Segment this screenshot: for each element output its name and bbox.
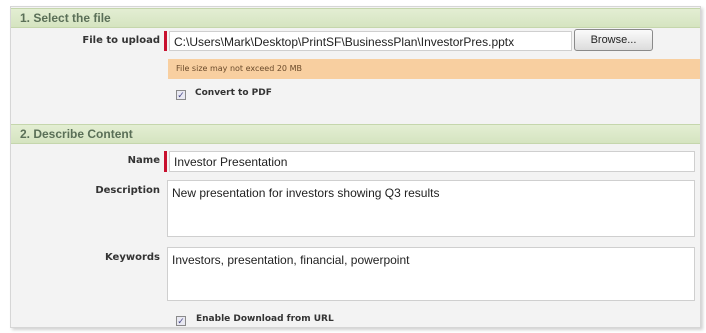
file-to-upload-label: File to upload [82,35,160,46]
section-header-select-file: 1. Select the file [11,8,700,28]
name-input[interactable]: Investor Presentation [169,151,695,172]
file-size-warning: File size may not exceed 20 MB [168,59,700,79]
keywords-label: Keywords [104,252,160,263]
required-indicator [164,31,167,51]
description-label: Description [95,185,160,196]
enable-download-checkbox[interactable]: ✓ [176,316,186,326]
convert-to-pdf-checkbox[interactable]: ✓ [176,90,186,100]
file-path-input[interactable]: C:\Users\Mark\Desktop\PrintSF\BusinessPl… [169,31,572,51]
section-header-describe-content: 2. Describe Content [11,124,700,144]
required-indicator-name [164,151,167,172]
convert-to-pdf-label: Convert to PDF [195,88,272,98]
enable-download-label: Enable Download from URL [196,314,334,324]
name-label: Name [127,155,160,166]
keywords-textarea[interactable]: Investors, presentation, financial, powe… [167,247,695,301]
description-textarea[interactable]: New presentation for investors showing Q… [167,180,695,237]
browse-button[interactable]: Browse... [574,29,653,51]
